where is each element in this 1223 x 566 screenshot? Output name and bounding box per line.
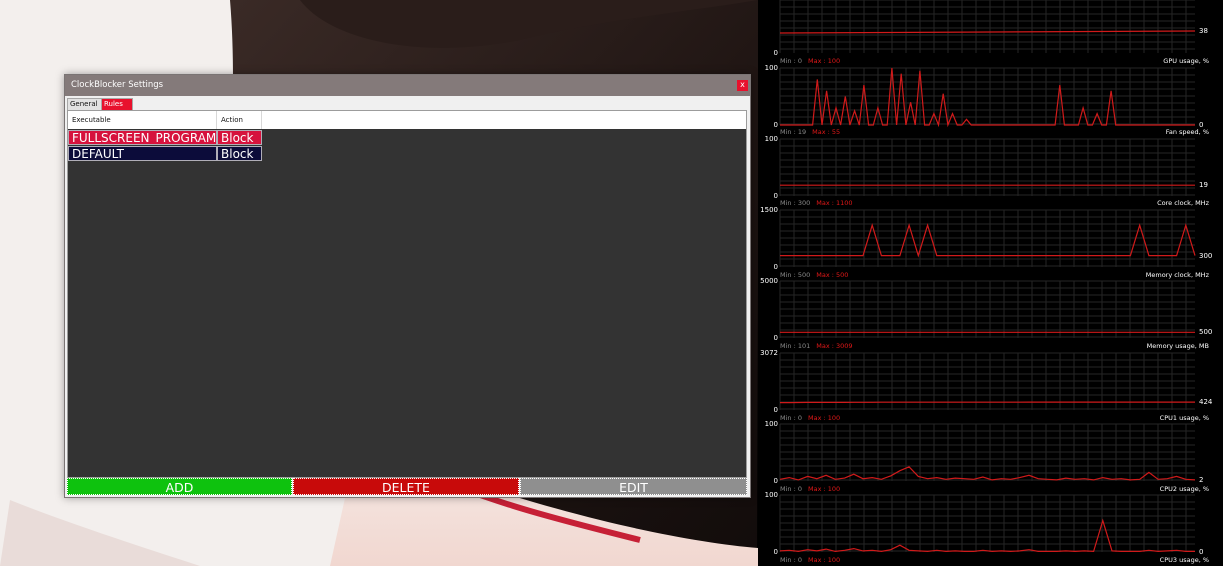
title-bar[interactable]: ClockBlocker Settings x bbox=[65, 75, 750, 96]
min-value: Min : 0 bbox=[780, 556, 802, 564]
button-bar: ADD DELETE EDIT bbox=[67, 478, 747, 496]
graph-min-label: Min : 500 Max : 500 bbox=[780, 271, 848, 279]
graph-y-min-label: 0 bbox=[773, 477, 778, 485]
executable-cell[interactable]: FULLSCREEN_PROGRAM bbox=[68, 130, 217, 145]
graph-title: Memory usage, MB bbox=[1146, 342, 1209, 350]
graph-y-min-label: 0 bbox=[773, 49, 778, 57]
graph-min-label: Min : 0 Max : 100 bbox=[780, 556, 840, 564]
graph-y-max-label: 100 bbox=[764, 135, 778, 143]
min-value: Min : 19 bbox=[780, 128, 807, 136]
graph-min-label: Min : 0 Max : 100 bbox=[780, 57, 840, 65]
graph-title: Core clock, MHz bbox=[1157, 199, 1209, 207]
graph-current-value: 0 bbox=[1199, 548, 1204, 556]
graph-title: CPU3 usage, % bbox=[1159, 556, 1209, 564]
graph-y-min-label: 0 bbox=[773, 334, 778, 342]
graph-current-value: 19 bbox=[1199, 181, 1208, 189]
graph-current-value: 2 bbox=[1199, 476, 1204, 484]
action-cell[interactable]: Block bbox=[217, 130, 262, 145]
graph-min-label: Min : 101 Max : 3009 bbox=[780, 342, 853, 350]
graph-current-value: 38 bbox=[1199, 27, 1208, 35]
table-row[interactable]: FULLSCREEN_PROGRAM Block bbox=[68, 130, 262, 146]
rules-grid: Executable Action FULLSCREEN_PROGRAM Blo… bbox=[67, 110, 747, 478]
min-value: Min : 500 bbox=[780, 271, 811, 279]
graph-y-max-label: 100 bbox=[764, 420, 778, 428]
min-value: Min : 0 bbox=[780, 485, 802, 493]
max-value: Max : 55 bbox=[812, 128, 841, 136]
graph-y-min-label: 0 bbox=[773, 548, 778, 556]
graph-y-max-label: 3072 bbox=[760, 349, 778, 357]
min-value: Min : 0 bbox=[780, 414, 802, 422]
window-title: ClockBlocker Settings bbox=[71, 80, 164, 90]
min-value: Min : 0 bbox=[780, 57, 802, 65]
graph-title: CPU2 usage, % bbox=[1159, 485, 1209, 493]
graph-current-value: 300 bbox=[1199, 252, 1213, 260]
graph-y-min-label: 0 bbox=[773, 121, 778, 129]
max-value: Max : 1100 bbox=[816, 199, 853, 207]
graph-current-value: 500 bbox=[1199, 328, 1213, 336]
max-value: Max : 3009 bbox=[816, 342, 853, 350]
graph-min-label: Min : 0 Max : 100 bbox=[780, 485, 840, 493]
graph-title: GPU usage, % bbox=[1163, 57, 1209, 65]
series-line bbox=[780, 223, 1196, 258]
series-line bbox=[780, 401, 1195, 404]
delete-button[interactable]: DELETE bbox=[293, 478, 519, 495]
graph-title: CPU1 usage, % bbox=[1159, 414, 1209, 422]
series-line bbox=[779, 30, 1196, 34]
edit-button[interactable]: EDIT bbox=[520, 478, 747, 495]
executable-cell[interactable]: DEFAULT bbox=[68, 146, 217, 161]
action-cell[interactable]: Block bbox=[217, 146, 262, 161]
max-value: Max : 100 bbox=[808, 57, 841, 65]
graph-min-label: Min : 300 Max : 1100 bbox=[780, 199, 853, 207]
add-button[interactable]: ADD bbox=[67, 478, 292, 495]
table-row[interactable]: DEFAULT Block bbox=[68, 146, 262, 162]
graph-y-max-label: 1500 bbox=[760, 206, 778, 214]
graph-current-value: 424 bbox=[1199, 398, 1213, 406]
max-value: Max : 100 bbox=[808, 556, 841, 564]
graph-y-max-label: 5000 bbox=[760, 277, 778, 285]
max-value: Max : 100 bbox=[808, 414, 841, 422]
graph-y-min-label: 0 bbox=[773, 192, 778, 200]
column-header-executable[interactable]: Executable bbox=[68, 111, 217, 129]
min-value: Min : 300 bbox=[780, 199, 811, 207]
hardware-monitor-panel: 0 38 Min : 0 Max : 100 GPU usage, % 100 0 0 Min … bbox=[758, 0, 1223, 566]
graph-title: Fan speed, % bbox=[1165, 128, 1209, 136]
graph-min-label: Min : 0 Max : 100 bbox=[780, 414, 840, 422]
monitor-graphs-canvas bbox=[779, 0, 1196, 553]
graph-title: Memory clock, MHz bbox=[1145, 271, 1209, 279]
max-value: Max : 100 bbox=[808, 485, 841, 493]
min-value: Min : 101 bbox=[780, 342, 811, 350]
close-button[interactable]: x bbox=[737, 80, 748, 91]
graph-y-max-label: 100 bbox=[764, 64, 778, 72]
settings-window: ClockBlocker Settings x General Rules Ex… bbox=[64, 74, 751, 498]
graph-y-max-label: 100 bbox=[764, 491, 778, 499]
graph-min-label: Min : 19 Max : 55 bbox=[780, 128, 840, 136]
column-header-action[interactable]: Action bbox=[217, 111, 262, 129]
graph-y-min-label: 0 bbox=[773, 406, 778, 414]
grid-header: Executable Action bbox=[68, 111, 746, 129]
graph-y-min-label: 0 bbox=[773, 263, 778, 271]
max-value: Max : 500 bbox=[816, 271, 849, 279]
series-line bbox=[779, 518, 1195, 553]
